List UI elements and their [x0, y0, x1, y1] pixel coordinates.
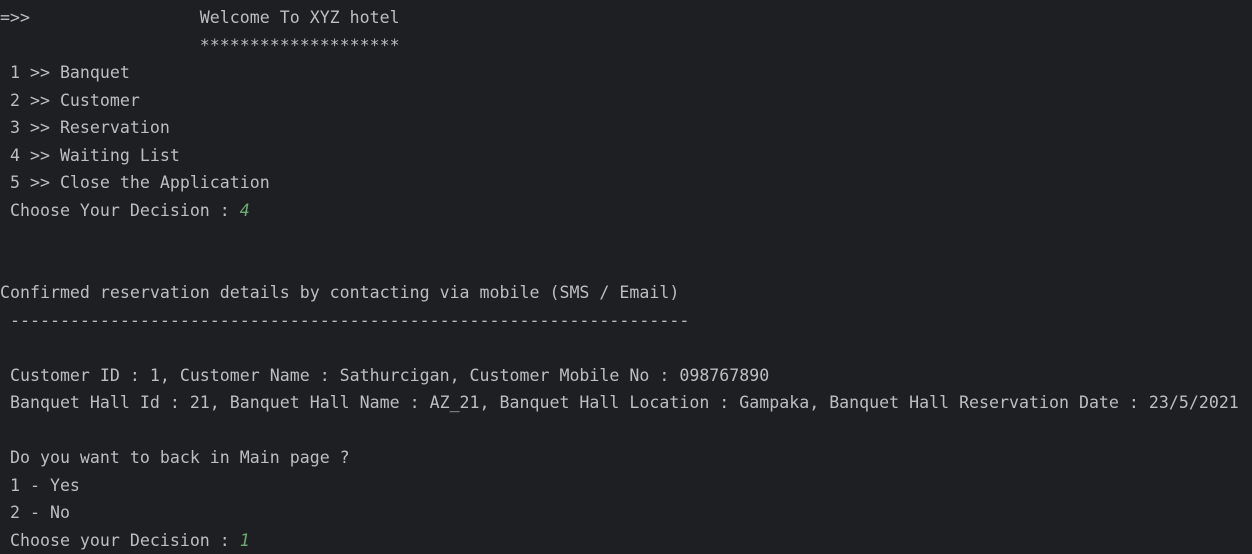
- console-line-text: Banquet Hall Id : 21, Banquet Hall Name …: [0, 393, 1239, 412]
- console-line: 4 >> Waiting List: [0, 142, 1252, 170]
- console-line-text: 3 >> Reservation: [0, 118, 170, 137]
- console-line: =>> Welcome To XYZ hotel: [0, 4, 1252, 32]
- console-line-text: 2 - No: [0, 503, 70, 522]
- console-line-text: ********************: [0, 36, 400, 55]
- console-line: Choose Your Decision : 4: [0, 197, 1252, 225]
- console-line: Banquet Hall Id : 21, Banquet Hall Name …: [0, 389, 1252, 417]
- console-line: Customer ID : 1, Customer Name : Sathurc…: [0, 362, 1252, 390]
- console-output: =>> Welcome To XYZ hotel ***************…: [0, 4, 1252, 554]
- console-line-text: 1 >> Banquet: [0, 63, 130, 82]
- console-line-text: =>> Welcome To XYZ hotel: [0, 8, 400, 27]
- console-line-text: 4 >> Waiting List: [0, 146, 180, 165]
- console-line: [0, 252, 1252, 280]
- user-input-value: 4: [240, 201, 250, 220]
- console-line: ********************: [0, 32, 1252, 60]
- console-line: [0, 334, 1252, 362]
- console-line: 1 - Yes: [0, 472, 1252, 500]
- console-line-text: 2 >> Customer: [0, 91, 140, 110]
- console-line: ----------------------------------------…: [0, 307, 1252, 335]
- console-line-text: Do you want to back in Main page ?: [0, 448, 350, 467]
- console-line-text: Choose Your Decision :: [0, 201, 240, 220]
- console-line: 3 >> Reservation: [0, 114, 1252, 142]
- console-line: 5 >> Close the Application: [0, 169, 1252, 197]
- console-line: Do you want to back in Main page ?: [0, 444, 1252, 472]
- console-line-text: Customer ID : 1, Customer Name : Sathurc…: [0, 366, 769, 385]
- console-line: [0, 224, 1252, 252]
- console-line: [0, 417, 1252, 445]
- console-line-text: 1 - Yes: [0, 476, 80, 495]
- console-line-text: Choose your Decision :: [0, 531, 240, 550]
- console-line-text: 5 >> Close the Application: [0, 173, 270, 192]
- console-line: Choose your Decision : 1: [0, 527, 1252, 554]
- console-line-text: ----------------------------------------…: [0, 311, 689, 330]
- user-input-value: 1: [240, 531, 250, 550]
- console-line: Confirmed reservation details by contact…: [0, 279, 1252, 307]
- console-line: 2 >> Customer: [0, 87, 1252, 115]
- console-line: 2 - No: [0, 499, 1252, 527]
- console-line: 1 >> Banquet: [0, 59, 1252, 87]
- console-line-text: Confirmed reservation details by contact…: [0, 283, 679, 302]
